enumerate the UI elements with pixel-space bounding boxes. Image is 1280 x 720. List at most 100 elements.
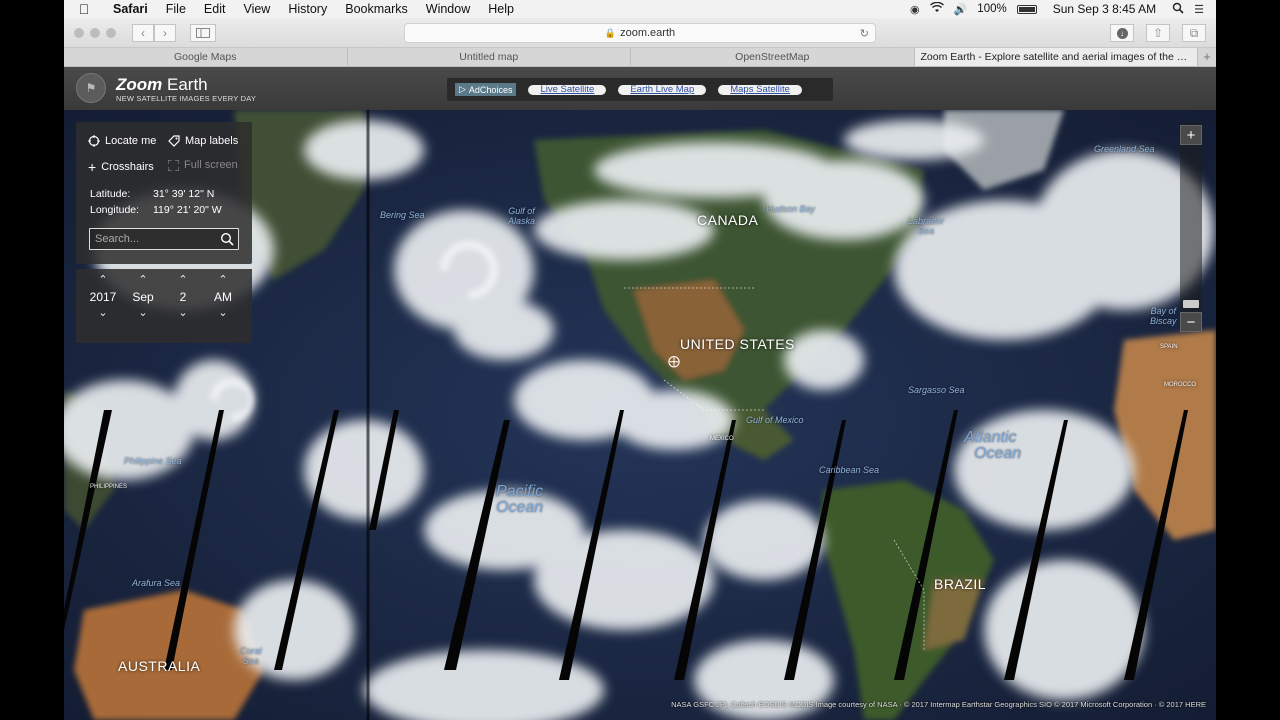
- day-value: 2: [179, 290, 187, 304]
- nav-buttons: ‹ ›: [132, 23, 176, 42]
- minimize-window-button[interactable]: [90, 27, 100, 38]
- label-brazil: BRAZIL: [934, 576, 987, 592]
- clock[interactable]: Sun Sep 3 8:45 AM: [1053, 2, 1156, 16]
- back-button[interactable]: ‹: [132, 23, 154, 42]
- period-up-chevron-icon[interactable]: ⌃: [203, 269, 243, 287]
- zoom-window-button[interactable]: [106, 27, 116, 38]
- battery-icon[interactable]: [1016, 4, 1037, 14]
- map-labels-label: Map labels: [185, 135, 239, 147]
- flag-logo-icon[interactable]: ⚑: [76, 73, 106, 103]
- forward-button[interactable]: ›: [154, 23, 176, 42]
- year-value: 2017: [89, 290, 117, 304]
- label-gulf-alaska-line1: Gulf of: [508, 206, 535, 216]
- download-icon: ↓: [1116, 27, 1128, 39]
- full-screen-button[interactable]: Full screen: [168, 159, 238, 171]
- full-screen-label: Full screen: [184, 159, 238, 171]
- volume-icon[interactable]: 🔊: [954, 3, 968, 16]
- label-gulf-alaska-line2: Alaska: [508, 216, 536, 226]
- label-coral-line1: Coral: [240, 646, 262, 656]
- ad-link-maps-satellite[interactable]: Maps Satellite: [718, 84, 802, 95]
- label-pacific-line2: Ocean: [496, 499, 544, 516]
- search-icon[interactable]: [220, 232, 234, 246]
- site-title[interactable]: Zoom Earth: [116, 75, 208, 95]
- tabs-overview-button[interactable]: ⧉: [1182, 24, 1206, 42]
- tab-zoom-earth[interactable]: Zoom Earth - Explore satellite and aeria…: [914, 48, 1198, 66]
- menu-app-safari[interactable]: Safari: [104, 2, 157, 16]
- screen:  Safari File Edit View History Bookmark…: [64, 0, 1216, 720]
- date-selector: ⌃ 2017 ⌄ ⌃ Sep ⌄ ⌃ 2 ⌄ ⌃ AM ⌄: [76, 269, 252, 343]
- chevron-left-icon: ‹: [141, 25, 145, 40]
- label-labrador-line1: Labrador: [908, 216, 945, 226]
- tab-openstreetmap[interactable]: OpenStreetMap: [631, 48, 915, 66]
- sidebar-icon: [196, 27, 210, 38]
- site-title-rest: Earth: [162, 75, 208, 94]
- ad-link-live-satellite[interactable]: Live Satellite: [528, 84, 607, 95]
- year-selector: ⌃ 2017 ⌄: [83, 269, 123, 325]
- notification-center-icon[interactable]: ☰: [1194, 3, 1204, 16]
- map-attribution: NASA GSFC JPL Caltech EOSDIS MODIS Image…: [671, 700, 1206, 709]
- tab-bar: Google Maps Untitled map OpenStreetMap Z…: [64, 48, 1216, 67]
- longitude-value: 119° 21' 20" W: [153, 204, 222, 216]
- longitude-label: Longitude:: [90, 204, 140, 216]
- menu-edit[interactable]: Edit: [195, 2, 235, 16]
- wifi-icon[interactable]: [929, 1, 944, 16]
- map-labels-toggle[interactable]: Map labels: [168, 135, 238, 147]
- menu-bar:  Safari File Edit View History Bookmark…: [64, 0, 1216, 18]
- search-input[interactable]: Search...: [89, 228, 239, 250]
- plus-icon: +: [88, 159, 97, 175]
- label-biscay-line1: Bay of: [1150, 306, 1177, 316]
- menu-history[interactable]: History: [279, 2, 336, 16]
- sidebar-toggle-button[interactable]: [190, 23, 216, 42]
- zoom-slider-handle[interactable]: [1183, 300, 1199, 308]
- crosshairs-label: Crosshairs: [101, 161, 154, 173]
- new-tab-button[interactable]: +: [1198, 48, 1216, 66]
- label-arafura-sea: Arafura Sea: [132, 578, 181, 588]
- site-header: ⚑ Zoom Earth NEW SATELLITE IMAGES EVERY …: [64, 67, 1216, 110]
- adchoices-button[interactable]: ▷ AdChoices: [455, 83, 517, 96]
- locate-me-label: Locate me: [105, 135, 157, 147]
- tab-untitled-map[interactable]: Untitled map: [348, 48, 631, 66]
- label-sargasso-sea: Sargasso Sea: [908, 385, 965, 395]
- search-placeholder: Search...: [95, 233, 140, 245]
- month-selector: ⌃ Sep ⌄: [123, 269, 163, 325]
- spotlight-icon[interactable]: [1172, 2, 1184, 17]
- label-australia: AUSTRALIA: [118, 658, 201, 674]
- battery-percent: 100%: [977, 3, 1007, 15]
- ad-link-earth-live-map[interactable]: Earth Live Map: [618, 84, 707, 95]
- reload-icon[interactable]: ↻: [860, 27, 869, 40]
- label-gulf-of-mexico: Gulf of Mexico: [746, 415, 804, 425]
- label-biscay-line2: Biscay: [1150, 316, 1177, 326]
- menu-help[interactable]: Help: [479, 2, 523, 16]
- site-tagline: NEW SATELLITE IMAGES EVERY DAY: [116, 94, 257, 103]
- close-window-button[interactable]: [74, 27, 84, 38]
- label-atlantic-line2: Ocean: [974, 445, 1022, 462]
- menu-bookmarks[interactable]: Bookmarks: [336, 2, 417, 16]
- day-down-chevron-icon[interactable]: ⌄: [163, 307, 203, 325]
- address-bar[interactable]: 🔒 zoom.earth ↻: [404, 23, 876, 43]
- downloads-button[interactable]: ↓: [1110, 24, 1134, 42]
- zoom-out-button[interactable]: −: [1180, 312, 1202, 332]
- menu-view[interactable]: View: [234, 2, 279, 16]
- browser-toolbar: ‹ › 🔒 zoom.earth ↻ ↓ ⇧ ⧉: [64, 18, 1216, 48]
- crosshairs-toggle[interactable]: + Crosshairs: [88, 159, 154, 175]
- menu-window[interactable]: Window: [417, 2, 479, 16]
- year-up-chevron-icon[interactable]: ⌃: [83, 269, 123, 287]
- period-down-chevron-icon[interactable]: ⌄: [203, 307, 243, 325]
- day-up-chevron-icon[interactable]: ⌃: [163, 269, 203, 287]
- locate-me-button[interactable]: Locate me: [88, 135, 156, 147]
- zoom-in-button[interactable]: +: [1180, 125, 1202, 145]
- address-url: zoom.earth: [620, 27, 676, 39]
- record-icon[interactable]: ◉: [910, 3, 920, 16]
- year-down-chevron-icon[interactable]: ⌄: [83, 307, 123, 325]
- month-up-chevron-icon[interactable]: ⌃: [123, 269, 163, 287]
- label-hudson-bay: Hudson Bay: [766, 204, 816, 214]
- share-icon: ⇧: [1152, 26, 1164, 40]
- tab-google-maps[interactable]: Google Maps: [64, 48, 348, 66]
- label-pacific-line1: Pacific: [496, 483, 544, 500]
- chevron-right-icon: ›: [163, 25, 167, 40]
- menu-file[interactable]: File: [157, 2, 195, 16]
- label-canada: CANADA: [697, 212, 759, 228]
- month-down-chevron-icon[interactable]: ⌄: [123, 307, 163, 325]
- share-button[interactable]: ⇧: [1146, 24, 1170, 42]
- apple-icon[interactable]: : [64, 1, 104, 17]
